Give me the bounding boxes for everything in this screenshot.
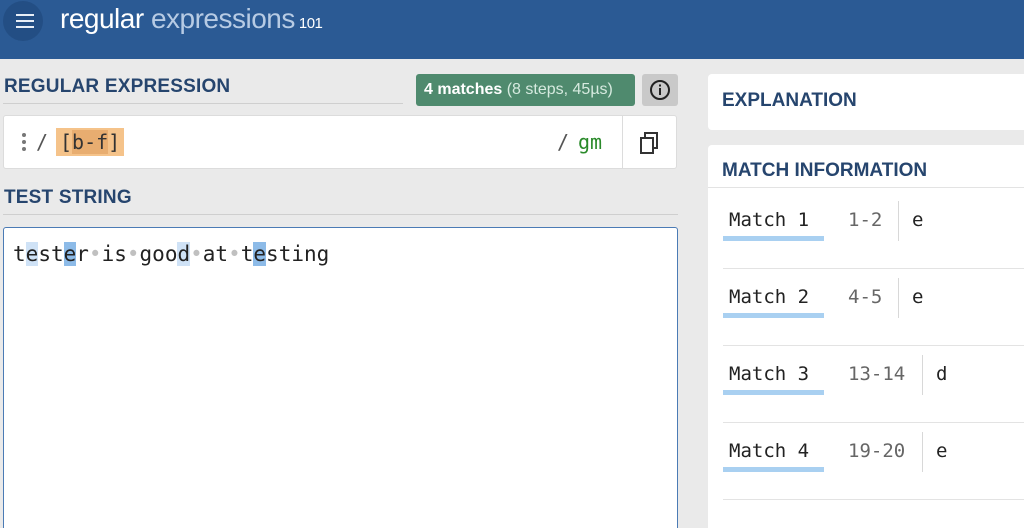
app-header: regular expressions 101 <box>0 0 1024 59</box>
info-button[interactable] <box>642 74 678 106</box>
test-text-segment: t <box>240 242 254 266</box>
regex-bracket-close: ] <box>108 130 121 154</box>
test-text-segment: st <box>38 242 64 266</box>
info-icon <box>650 80 670 100</box>
match-value: d <box>936 363 948 385</box>
test-string-editor[interactable]: tester•is•good•at•testing <box>3 227 678 528</box>
match-range: 19-20 <box>848 440 906 462</box>
logo-light: expressions <box>143 3 295 34</box>
match-underline <box>723 313 824 318</box>
copy-button[interactable] <box>638 131 660 160</box>
match-count: 4 matches <box>424 81 503 98</box>
test-text-segment: r <box>76 242 89 266</box>
match-highlight: e <box>63 242 77 266</box>
test-text-segment: t <box>13 242 26 266</box>
test-text-segment: goo <box>139 242 178 266</box>
divider <box>3 214 678 215</box>
delimiter-close: / <box>557 130 570 154</box>
test-string-text[interactable]: tester•is•good•at•testing <box>13 240 329 268</box>
match-row[interactable]: Match 3 13-14 d <box>708 346 1024 423</box>
match-range: 4-5 <box>848 286 883 308</box>
match-highlight: e <box>25 242 39 266</box>
match-count-badge: 4 matches (8 steps, 45µs) <box>416 74 635 106</box>
app-logo[interactable]: regular expressions 101 <box>60 3 323 35</box>
test-text-segment: sting <box>266 242 330 266</box>
test-text-segment: is <box>101 242 127 266</box>
divider <box>922 432 923 472</box>
match-value: e <box>936 440 948 462</box>
match-value: e <box>912 286 924 308</box>
match-highlight: d <box>177 242 191 266</box>
menu-button[interactable] <box>3 1 43 41</box>
divider <box>898 278 899 318</box>
regex-section-title: REGULAR EXPRESSION <box>4 76 231 97</box>
regex-editor[interactable]: / [b-f] / gm <box>3 115 677 169</box>
regex-bracket-open: [ <box>60 130 73 154</box>
match-row[interactable]: Match 1 1-2 e <box>708 192 1024 269</box>
match-highlight: e <box>253 242 267 266</box>
explanation-title: EXPLANATION <box>722 90 857 111</box>
divider <box>3 103 403 104</box>
match-underline <box>723 236 824 241</box>
regex-flags[interactable]: gm <box>578 130 602 154</box>
delimiter-open: / <box>36 130 49 154</box>
logo-version: 101 <box>298 15 323 32</box>
whitespace-marker: • <box>88 242 102 266</box>
divider <box>708 187 1024 188</box>
divider <box>922 355 923 395</box>
match-row[interactable]: Match 4 19-20 e <box>708 423 1024 500</box>
match-label: Match 2 <box>729 286 810 308</box>
match-stats: (8 steps, 45µs) <box>502 81 613 98</box>
copy-icon <box>640 132 658 154</box>
kebab-icon[interactable] <box>22 133 27 153</box>
divider <box>898 201 899 241</box>
match-label: Match 4 <box>729 440 810 462</box>
regex-input[interactable]: [b-f] <box>56 128 125 156</box>
whitespace-marker: • <box>126 242 140 266</box>
match-underline <box>723 467 824 472</box>
whitespace-marker: • <box>228 242 241 266</box>
match-range: 13-14 <box>848 363 906 385</box>
match-row[interactable]: Match 2 4-5 e <box>708 269 1024 346</box>
explanation-panel[interactable]: EXPLANATION <box>708 74 1024 130</box>
row-divider <box>723 499 1024 500</box>
test-section-title: TEST STRING <box>4 187 132 208</box>
test-text-segment: at <box>202 242 229 266</box>
match-value: e <box>912 209 924 231</box>
match-info-title: MATCH INFORMATION <box>722 160 928 181</box>
divider <box>622 116 623 168</box>
match-label: Match 1 <box>729 209 810 231</box>
logo-main: regular <box>60 3 144 34</box>
match-range: 1-2 <box>848 209 883 231</box>
whitespace-marker: • <box>190 242 203 266</box>
match-label: Match 3 <box>729 363 810 385</box>
regex-range: b-f <box>72 130 109 154</box>
match-underline <box>723 390 824 395</box>
